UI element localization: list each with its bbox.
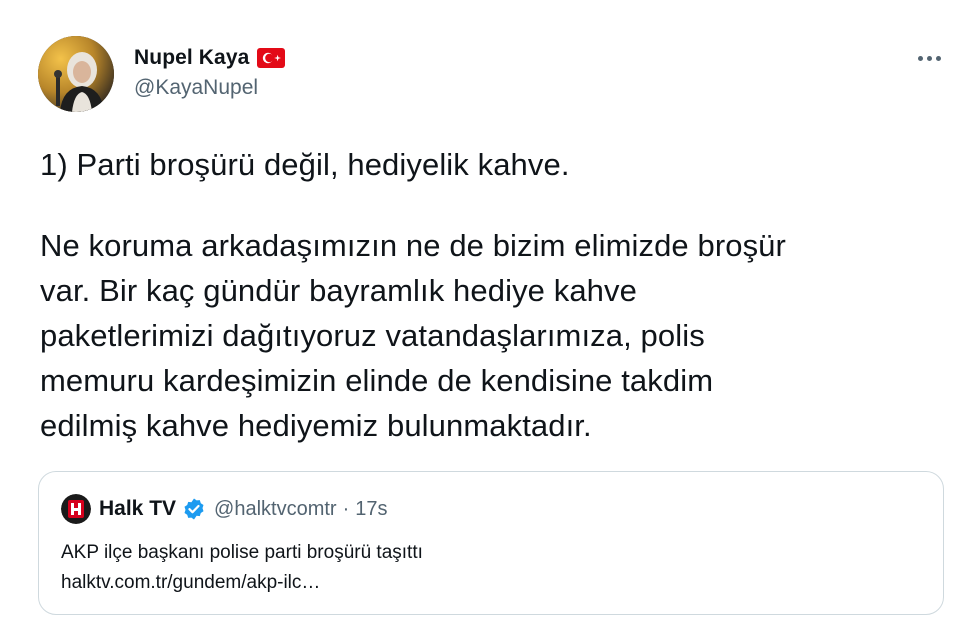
more-dot [935, 55, 941, 61]
author-handle[interactable]: @KayaNupel [134, 76, 258, 100]
separator-dot: · [342, 497, 350, 520]
quoted-tweet-link[interactable]: halktv.com.tr/gundem/akp-ilc… [61, 568, 320, 598]
more-options-icon[interactable] [912, 46, 946, 70]
tweet-line-1: 1) Parti broşürü değil, hediyelik kahve. [40, 147, 570, 182]
halk-tv-logo-icon [61, 494, 91, 524]
quoted-timestamp[interactable]: 17s [355, 498, 387, 521]
tweet-paragraph-2: Ne koruma arkadaşımızın ne de bizim elim… [40, 228, 786, 443]
more-dot [926, 55, 932, 61]
author-avatar[interactable] [38, 36, 114, 112]
turkey-flag-icon [257, 48, 286, 68]
quoted-tweet-text: AKP ilçe başkanı polise parti broşürü ta… [61, 542, 423, 563]
quoted-handle[interactable]: @halktvcomtr [214, 498, 337, 521]
tweet-card: Nupel Kaya @KayaNupel 1) Parti broşürü d… [0, 0, 974, 630]
tweet-text: 1) Parti broşürü değil, hediyelik kahve.… [40, 142, 940, 448]
quoted-tweet[interactable]: Halk TV @halktvcomtr · 17s AKP ilçe başk… [38, 471, 944, 615]
author-name-row: Nupel Kaya [134, 44, 286, 72]
quoted-tweet-header: Halk TV @halktvcomtr · 17s [61, 494, 388, 524]
author-display-name[interactable]: Nupel Kaya [134, 46, 249, 70]
more-dot [917, 55, 923, 61]
quoted-display-name[interactable]: Halk TV [99, 497, 176, 521]
verified-badge-icon [182, 497, 206, 521]
